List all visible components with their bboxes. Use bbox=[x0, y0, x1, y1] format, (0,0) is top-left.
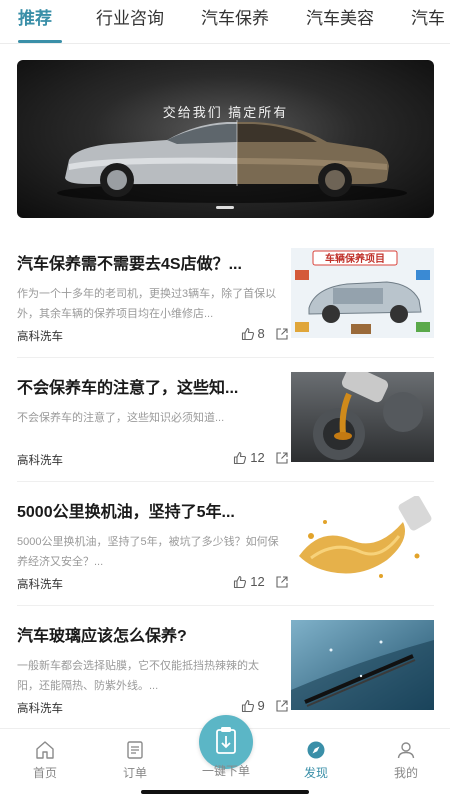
article-stats: 12 0 bbox=[223, 450, 299, 465]
divider bbox=[17, 481, 434, 482]
order-list-icon bbox=[127, 741, 143, 759]
thumbs-up-icon bbox=[241, 327, 254, 340]
article-source: 高科洗车 bbox=[17, 455, 63, 467]
oil-splash-image bbox=[291, 496, 434, 586]
like-counter[interactable]: 9 bbox=[241, 698, 265, 713]
nav-mine-label: 我的 bbox=[393, 766, 418, 780]
article-source: 高科洗车 bbox=[17, 331, 63, 343]
article-thumbnail bbox=[291, 496, 434, 586]
category-tabs: 推荐 行业咨询 汽车保养 汽车美容 汽车 bbox=[0, 0, 450, 44]
article-item[interactable]: 5000公里换机油，坚持了5年... 5000公里换机油，坚持了5年，被坑了多少… bbox=[17, 496, 434, 610]
thumbs-up-icon bbox=[241, 699, 254, 712]
nav-orders[interactable]: 订单 bbox=[105, 739, 165, 781]
article-summary: 不会保养车的注意了，这些知识必须知道... bbox=[17, 412, 225, 424]
article-summary: 一般新车都会选择贴膜，它不仅能抵挡热辣辣的太阳，还能隔热、防紫外线。... bbox=[17, 660, 259, 692]
article-item[interactable]: 不会保养车的注意了，这些知... 不会保养车的注意了，这些知识必须知道... 高… bbox=[17, 372, 434, 486]
compass-icon bbox=[307, 741, 325, 759]
thumbnail-caption: 车辆保养项目 bbox=[325, 252, 385, 265]
tab-car-beauty[interactable]: 汽车美容 bbox=[306, 8, 374, 30]
article-title: 不会保养车的注意了，这些知... bbox=[17, 380, 239, 397]
article-thumbnail: 车辆保养项目 bbox=[291, 248, 434, 338]
share-icon bbox=[276, 699, 288, 712]
banner-page-indicator bbox=[216, 206, 234, 209]
article-stats: 8 0 bbox=[231, 326, 299, 341]
share-icon bbox=[276, 575, 288, 588]
like-counter[interactable]: 8 bbox=[241, 326, 265, 341]
article-title: 汽车保养需不需要去4S店做？... bbox=[17, 256, 242, 273]
one-click-order-label: 一键下单 bbox=[201, 764, 250, 778]
like-counter[interactable]: 12 bbox=[233, 574, 265, 589]
article-title: 汽车玻璃应该怎么保养? bbox=[17, 628, 187, 645]
nav-discover[interactable]: 发现 bbox=[286, 739, 346, 781]
active-tab-indicator bbox=[18, 40, 62, 43]
article-title: 5000公里换机油，坚持了5年... bbox=[17, 504, 235, 521]
article-summary: 5000公里换机油，坚持了5年，被坑了多少钱？如何保养经济又安全？... bbox=[17, 536, 279, 568]
share-icon bbox=[276, 451, 288, 464]
like-count: 8 bbox=[257, 326, 265, 341]
tab-industry-consulting[interactable]: 行业咨询 bbox=[96, 8, 164, 30]
tab-car-maintenance[interactable]: 汽车保养 bbox=[201, 8, 269, 30]
nav-home[interactable]: 首页 bbox=[15, 739, 75, 781]
car-maintenance-diagram-image: 车辆保养项目 bbox=[291, 248, 434, 338]
windshield-wiper-image bbox=[291, 620, 434, 710]
article-summary: 作为一个十多年的老司机，更换过3辆车，除了首保以外，其余车辆的保养项目均在小维修… bbox=[17, 288, 277, 320]
like-count: 9 bbox=[257, 698, 265, 713]
nav-discover-label: 发现 bbox=[303, 766, 328, 780]
tab-car-more[interactable]: 汽车 bbox=[411, 8, 445, 30]
share-icon bbox=[276, 327, 288, 340]
article-thumbnail bbox=[291, 620, 434, 710]
user-icon bbox=[397, 742, 415, 759]
article-item[interactable]: 汽车保养需不需要去4S店做？... 作为一个十多年的老司机，更换过3辆车，除了首… bbox=[17, 248, 434, 362]
article-source: 高科洗车 bbox=[17, 579, 63, 591]
home-icon bbox=[36, 741, 54, 759]
divider bbox=[17, 357, 434, 358]
engine-oil-pouring-image bbox=[291, 372, 434, 462]
one-click-order-button[interactable] bbox=[199, 715, 253, 769]
article-stats: 9 0 bbox=[231, 698, 299, 713]
like-count: 12 bbox=[250, 450, 265, 465]
like-count: 12 bbox=[250, 574, 265, 589]
article-stats: 12 0 bbox=[223, 574, 299, 589]
banner-car-image bbox=[57, 120, 407, 203]
like-counter[interactable]: 12 bbox=[233, 450, 265, 465]
promo-banner[interactable]: 交给我们 搞定所有 bbox=[17, 60, 434, 218]
nav-home-label: 首页 bbox=[32, 766, 57, 780]
thumbs-up-icon bbox=[234, 575, 247, 588]
nav-orders-label: 订单 bbox=[122, 766, 147, 780]
clipboard-download-icon bbox=[216, 727, 236, 754]
banner-slogan: 交给我们 搞定所有 bbox=[162, 105, 289, 120]
article-source: 高科洗车 bbox=[17, 703, 63, 715]
tab-recommend[interactable]: 推荐 bbox=[18, 8, 52, 30]
thumbs-up-icon bbox=[234, 451, 247, 464]
divider bbox=[17, 605, 434, 606]
home-indicator-bar[interactable] bbox=[141, 790, 309, 794]
article-thumbnail bbox=[291, 372, 434, 462]
nav-mine[interactable]: 我的 bbox=[376, 739, 436, 781]
